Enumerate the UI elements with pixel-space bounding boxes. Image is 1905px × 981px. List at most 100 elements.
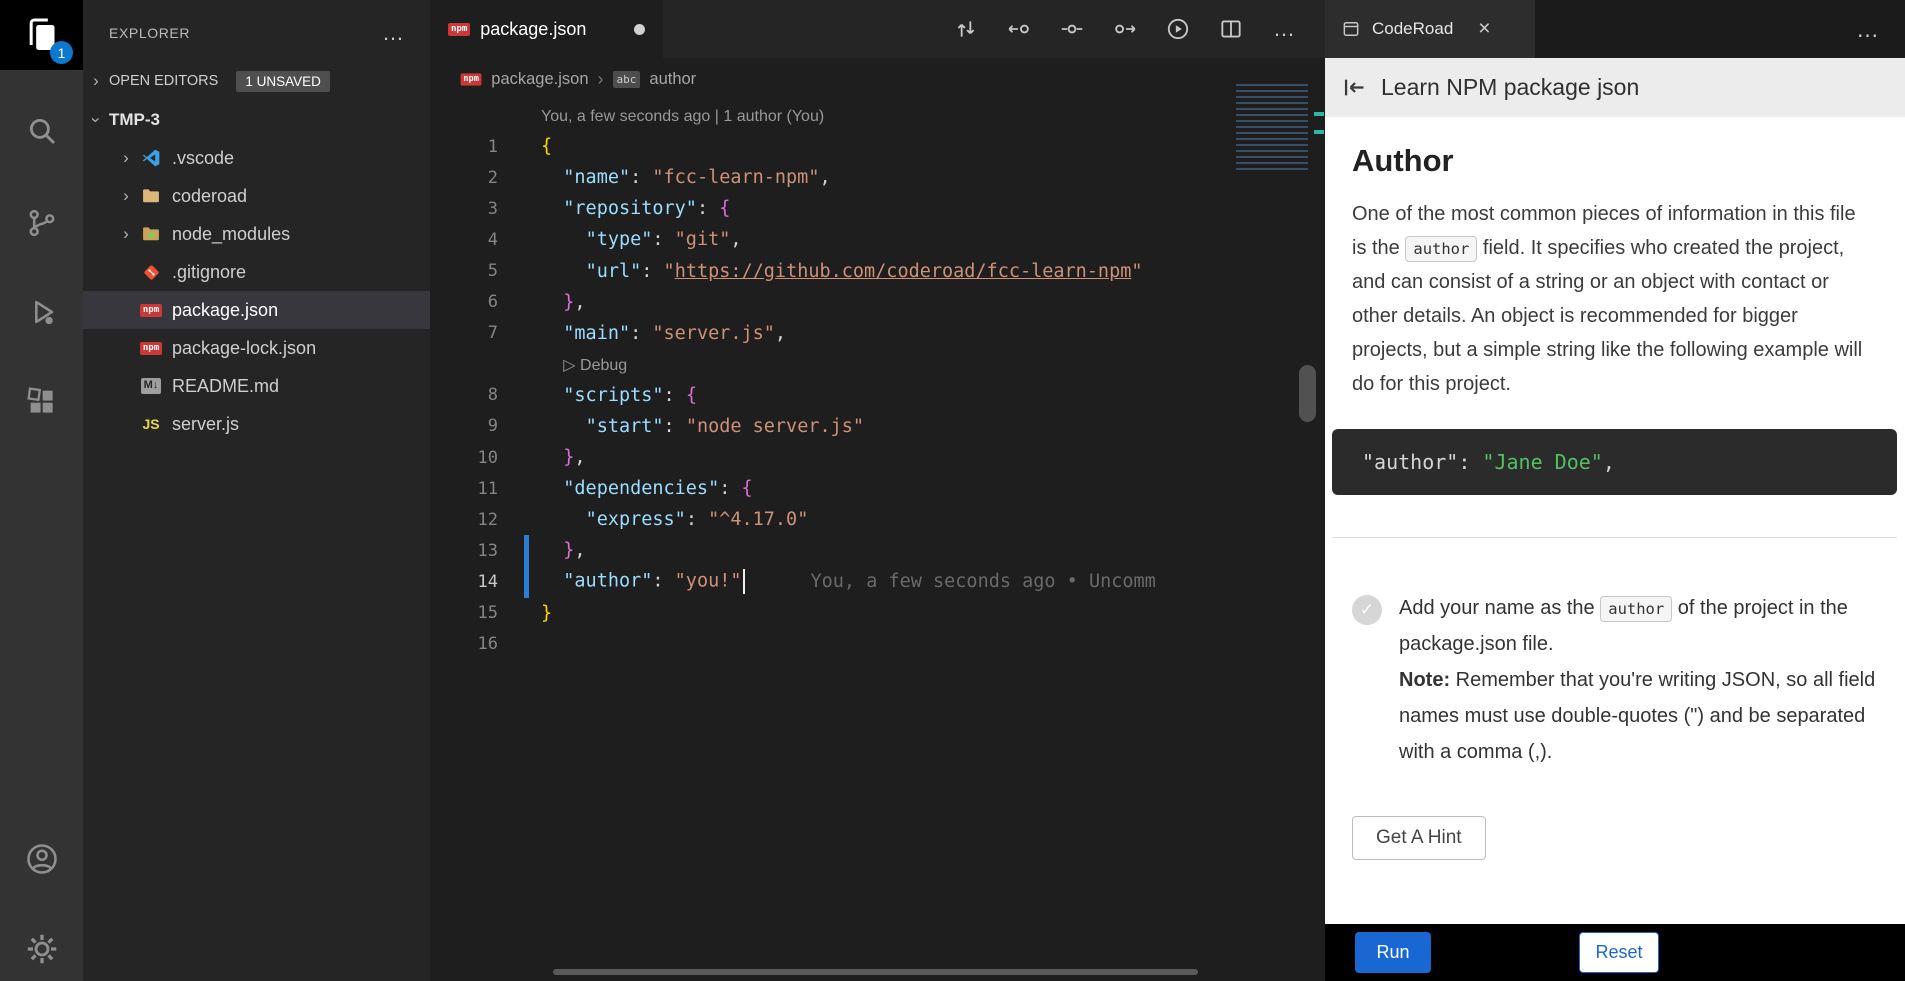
extensions-icon[interactable]	[0, 372, 83, 432]
tree-item-node-modules[interactable]: › node_modules	[83, 215, 430, 253]
run-button[interactable]: Run	[1355, 932, 1431, 973]
line-number: 8	[430, 385, 498, 405]
code-line-content: "main": "server.js",	[541, 323, 786, 344]
line-number: 5	[430, 261, 498, 281]
code-line[interactable]: 1{	[430, 131, 1325, 162]
tree-item-package-json[interactable]: npm package.json	[83, 291, 430, 329]
git-compare-icon[interactable]	[953, 16, 979, 42]
code-line-content: "author": "you!"You, a few seconds ago •…	[541, 569, 1156, 594]
line-number: 10	[430, 448, 498, 468]
code-line[interactable]: 2 "name": "fcc-learn-npm",	[430, 162, 1325, 193]
line-number: 9	[430, 416, 498, 436]
close-icon[interactable]: ×	[1478, 17, 1490, 41]
code-line-content: "scripts": {	[541, 385, 697, 406]
code-line[interactable]: 9 "start": "node server.js"	[430, 411, 1325, 442]
webview-icon	[1341, 19, 1361, 39]
folder-root-tmp-3[interactable]: › TMP-3	[83, 101, 430, 139]
tree-item-coderoad[interactable]: › coderoad	[83, 177, 430, 215]
step-marker-icon[interactable]	[1059, 16, 1085, 42]
code-line[interactable]: 11 "dependencies": {	[430, 473, 1325, 504]
breadcrumb-symbol[interactable]: author	[649, 70, 696, 89]
breadcrumb-file[interactable]: package.json	[491, 70, 588, 89]
line-number: 2	[430, 168, 498, 188]
code-line[interactable]: 15}	[430, 598, 1325, 629]
line-number: 15	[430, 603, 498, 623]
task-text: Add your name as the author of the proje…	[1399, 590, 1904, 770]
code-line[interactable]: 12 "express": "^4.17.0"	[430, 504, 1325, 535]
code-token: You, a few seconds ago • Uncomm	[811, 571, 1156, 592]
line-number: 7	[430, 323, 498, 343]
code-line[interactable]: 7 "main": "server.js",	[430, 318, 1325, 349]
code-line-content: ▷ Debug	[541, 354, 627, 375]
code-token: :	[630, 323, 652, 344]
tab-package-json[interactable]: npm package.json	[430, 0, 663, 58]
horizontal-scrollbar[interactable]	[553, 969, 1198, 975]
source-control-icon[interactable]	[0, 193, 83, 253]
reset-button[interactable]: Reset	[1579, 932, 1659, 973]
minimap[interactable]	[1236, 84, 1308, 174]
code-token: :	[641, 261, 663, 282]
code-token: "start"	[586, 416, 664, 437]
panel-more-icon[interactable]: …	[1856, 16, 1905, 43]
tree-item-server-js[interactable]: JS server.js	[83, 405, 430, 443]
code-token: "node server.js"	[686, 416, 864, 437]
editor-actions: …	[953, 0, 1325, 58]
code-line[interactable]: 5 "url": "https://github.com/coderoad/fc…	[430, 255, 1325, 286]
file-tree: › .vscode › coderoad › node_modules	[83, 139, 430, 443]
js-icon: JS	[142, 416, 159, 432]
tree-item-gitignore[interactable]: .gitignore	[83, 253, 430, 291]
code-line[interactable]: 6 },	[430, 287, 1325, 318]
tree-item-label: coderoad	[172, 186, 247, 207]
step-forward-icon[interactable]	[1112, 16, 1138, 42]
sidebar-more-icon[interactable]: …	[382, 20, 404, 46]
explorer-sidebar: EXPLORER … › OPEN EDITORS 1 UNSAVED › TM…	[83, 0, 430, 981]
settings-gear-icon[interactable]	[0, 919, 83, 979]
step-back-icon[interactable]	[1006, 16, 1032, 42]
codelens-line[interactable]: ▷ Debug	[430, 349, 1325, 380]
code-token	[541, 354, 563, 375]
search-icon[interactable]	[0, 101, 83, 161]
code-line[interactable]: 13 },	[430, 535, 1325, 566]
open-editors-section[interactable]: › OPEN EDITORS 1 UNSAVED	[83, 62, 430, 100]
tree-item-label: node_modules	[172, 224, 290, 245]
code-token: You, a few seconds ago | 1 author (You)	[541, 108, 824, 125]
code-line[interactable]: 14 "author": "you!"You, a few seconds ag…	[430, 566, 1325, 597]
code-line[interactable]: 10 },	[430, 442, 1325, 473]
codelens-line[interactable]: You, a few seconds ago | 1 author (You)	[430, 100, 1325, 131]
code-line[interactable]: 4 "type": "git",	[430, 224, 1325, 255]
code-line[interactable]: 3 "repository": {	[430, 193, 1325, 224]
get-a-hint-button[interactable]: Get A Hint	[1352, 816, 1486, 860]
panel-tab-label: CodeRoad	[1372, 19, 1453, 39]
code-line[interactable]: 16	[430, 629, 1325, 660]
more-actions-icon[interactable]: …	[1271, 16, 1297, 42]
tree-item-package-lock-json[interactable]: npm package-lock.json	[83, 329, 430, 367]
code-line-content: },	[541, 292, 586, 313]
markdown-icon: M↓	[141, 378, 162, 393]
lesson-title: Learn NPM package json	[1381, 74, 1639, 101]
tree-item-vscode[interactable]: › .vscode	[83, 139, 430, 177]
unsaved-dot-icon[interactable]	[634, 24, 645, 35]
divider	[1332, 537, 1897, 538]
toggle-menu-icon[interactable]	[1341, 74, 1368, 101]
code-token: }	[541, 603, 552, 624]
code-line[interactable]: 8 "scripts": {	[430, 380, 1325, 411]
split-editor-icon[interactable]	[1218, 16, 1244, 42]
code-token: "dependencies"	[563, 478, 719, 499]
tree-item-readme-md[interactable]: M↓ README.md	[83, 367, 430, 405]
code-token: {	[686, 385, 697, 406]
vscode-window: 1	[0, 0, 1905, 981]
run-circle-icon[interactable]	[1165, 16, 1191, 42]
code-token: }	[563, 447, 574, 468]
run-debug-icon[interactable]	[0, 282, 83, 342]
code-line-content: {	[541, 136, 552, 157]
code-token: {	[742, 478, 753, 499]
vertical-scrollbar[interactable]	[1299, 365, 1316, 422]
line-number: 4	[430, 230, 498, 250]
tab-coderoad[interactable]: CodeRoad ×	[1325, 0, 1535, 58]
code-token: :	[652, 571, 674, 592]
code-token: "	[664, 261, 675, 282]
code-token: "server.js"	[652, 323, 775, 344]
code-line-content: You, a few seconds ago | 1 author (You)	[541, 105, 824, 126]
activity-item-explorer[interactable]: 1	[0, 0, 83, 70]
account-icon[interactable]	[0, 829, 83, 889]
